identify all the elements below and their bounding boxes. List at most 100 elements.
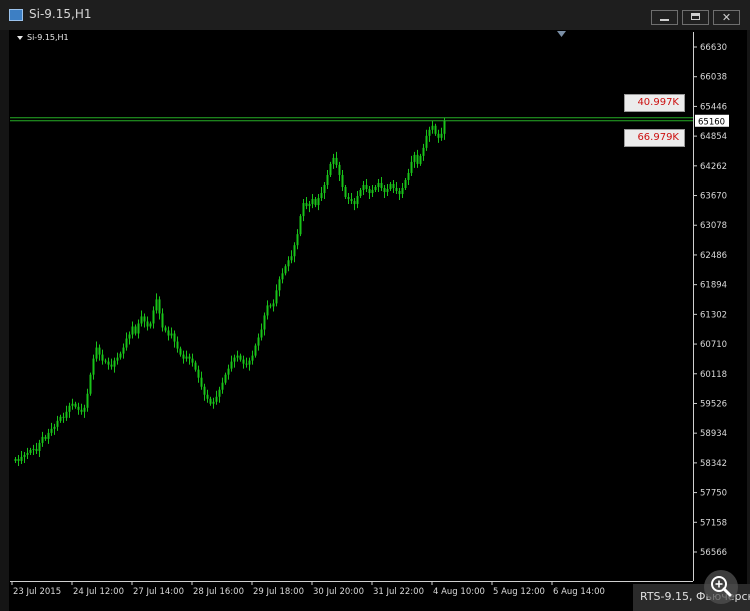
candle-body [266,305,269,316]
candle-body [215,396,218,402]
candle-body [107,361,110,365]
candle-body [305,203,308,207]
candle-body [56,420,59,427]
chart-symbol-label[interactable]: Si-9.15,H1 [17,33,69,42]
candle-body [254,345,257,356]
candle-body [386,189,389,193]
candle-body [128,334,131,339]
y-axis-tick-label: 63670 [700,192,727,202]
candle-body [74,403,77,407]
y-axis-tick-label: 56566 [700,548,727,558]
y-axis-tick-label: 59526 [700,399,727,409]
current-price-label: 65160 [698,117,725,127]
candle-body [134,326,137,334]
price-label-upper[interactable]: 40.997K [624,94,685,112]
candle-body [206,394,209,399]
candle-body [167,330,170,336]
candle-body [77,406,80,410]
candle-body [344,186,347,198]
candle-body [119,353,122,358]
candle-body [53,426,56,429]
candle-body [332,157,335,164]
candle-body [17,458,20,461]
candle-body [431,125,434,130]
x-axis-tick-label: 23 Jul 2015 [13,587,61,597]
candle-body [236,355,239,358]
candle-body [98,347,101,355]
candle [329,161,332,177]
candle-body [197,369,200,378]
candle [344,184,347,200]
candle-body [422,147,425,156]
candle-body [185,356,188,359]
candle-body [356,196,359,205]
candle-body [200,377,203,387]
price-label-lower[interactable]: 66.979K [624,129,685,147]
candle-body [314,199,317,206]
y-axis-tick-label: 63078 [700,221,727,231]
candle-body [122,347,125,354]
candle-body [350,199,353,202]
candle-body [155,299,158,311]
candle-body [335,157,338,165]
candle-body [368,189,371,194]
y-axis-tick-label: 66038 [700,73,727,83]
candle-body [209,398,212,404]
candle-body [86,393,89,408]
candle-body [221,382,224,390]
candle-body [278,279,281,291]
chart-area [10,30,747,581]
candle-body [173,333,176,342]
x-axis-tick-label: 6 Aug 14:00 [553,587,605,597]
y-axis-tick-label: 64262 [700,162,727,172]
zoom-in-icon [711,576,732,597]
candle-body [302,203,305,217]
candle-body [50,428,53,433]
y-axis-tick-label: 57158 [700,518,727,528]
candle-body [116,357,119,361]
candle-body [137,323,140,334]
candle-body [182,354,185,359]
candle-body [437,133,440,138]
candle-body [326,174,329,185]
candle-body [194,362,197,370]
candle-body [110,364,113,367]
candle-body [365,184,368,190]
candle-body [338,164,341,175]
candle-body [23,454,26,457]
candle-body [224,374,227,383]
candle-body [242,359,245,364]
candle-body [320,193,323,199]
candle-body [380,182,383,189]
y-axis-tick-label: 65446 [700,102,727,112]
price-chart[interactable]: 65160 56566 57158 57750 58342 58934 59526 6011… [0,0,750,611]
candle-body [404,179,407,189]
candle-body [41,436,44,443]
candle-body [218,389,221,397]
candle-body [416,154,419,164]
x-axis-tick-label: 4 Aug 10:00 [433,587,485,597]
y-axis-tick-label: 66630 [700,43,727,53]
candle-body [29,449,32,453]
candle-body [398,191,401,195]
y-axis-tick-label: 62486 [700,251,727,261]
candle-body [161,313,164,328]
x-axis-tick-label: 5 Aug 12:00 [493,587,545,597]
x-axis-tick-label: 29 Jul 18:00 [253,587,304,597]
candle-body [287,260,290,267]
x-axis-tick-label: 27 Jul 14:00 [133,587,184,597]
candle-body [296,234,299,246]
candle-body [347,197,350,200]
candle-body [92,358,95,375]
x-axis-tick-label: 31 Jul 22:00 [373,587,424,597]
candle-body [35,448,38,451]
candle-body [164,327,167,331]
candle-body [245,363,248,365]
candle-body [323,184,326,194]
candle-body [251,355,254,361]
candle-body [38,442,41,451]
zoom-button[interactable] [704,570,738,604]
candle-body [158,299,161,314]
candle-body [275,290,278,304]
candle-body [377,182,380,187]
